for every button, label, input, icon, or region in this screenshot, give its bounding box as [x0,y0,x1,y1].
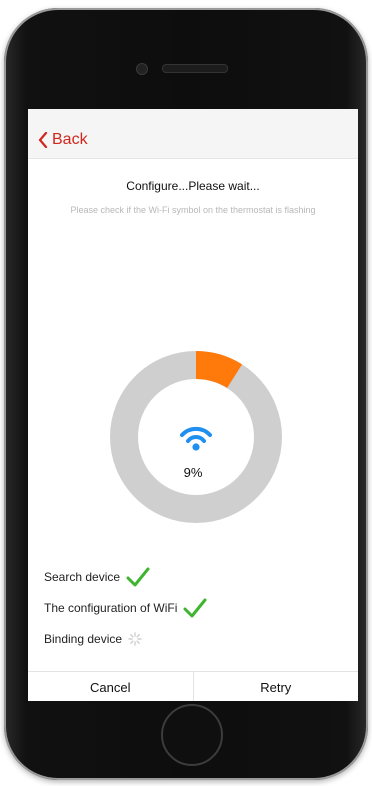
step-label: Binding device [44,632,123,646]
app-screen: Back Configure...Please wait... Please c… [28,109,358,701]
chevron-left-icon [38,132,48,148]
navigation-bar: Back [28,109,358,159]
check-icon [183,598,207,618]
step-binding-device: Binding device [44,632,142,646]
progress-ring [110,351,282,523]
home-button[interactable] [161,704,223,766]
step-label: Search device [44,570,121,584]
check-icon [126,567,150,587]
instruction-text: Please check if the Wi-Fi symbol on the … [70,205,316,215]
wifi-icon [180,426,212,451]
earpiece-speaker [162,64,228,73]
back-button[interactable]: Back [38,129,88,151]
phone-frame: Back Configure...Please wait... Please c… [4,8,368,780]
cancel-button[interactable]: Cancel [28,672,193,701]
camera-icon [136,63,148,75]
page-title: Configure...Please wait... [126,179,260,193]
step-label: The configuration of WiFi [44,601,178,615]
action-bar: Cancel Retry [28,671,358,701]
progress-percent: 9% [183,465,203,480]
back-label: Back [52,131,88,148]
step-wifi-configuration: The configuration of WiFi [44,598,207,618]
retry-button[interactable]: Retry [192,672,359,701]
spinner-icon [128,632,142,646]
step-search-device: Search device [44,567,150,587]
